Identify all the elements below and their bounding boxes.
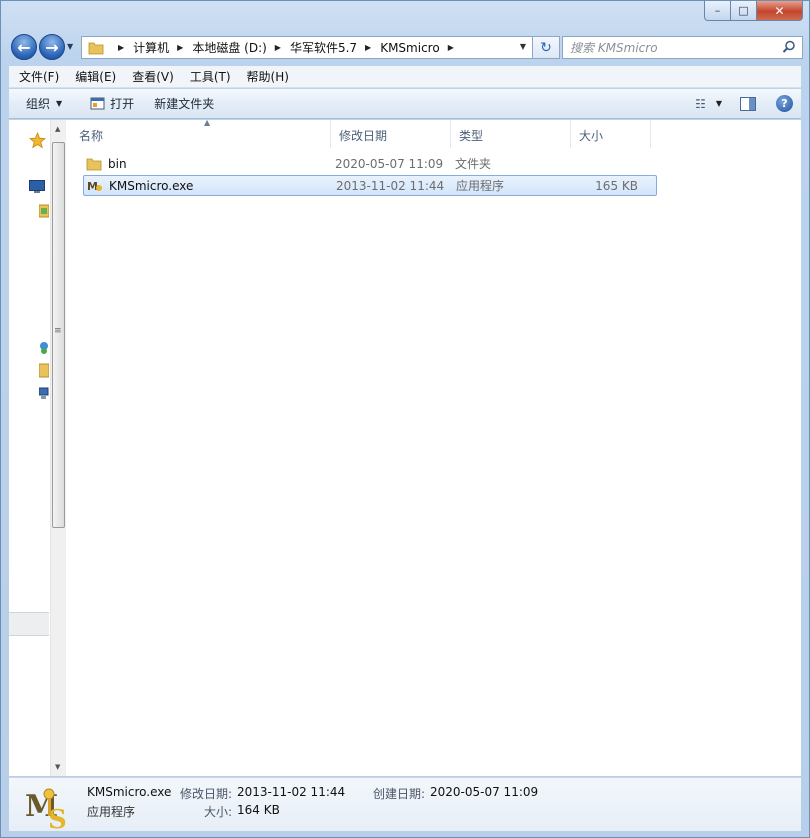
- details-modified-value: 2013-11-02 11:44: [237, 785, 346, 799]
- scroll-down-arrow-icon[interactable]: ▼: [55, 763, 60, 771]
- scroll-up-arrow-icon[interactable]: ▲: [55, 125, 60, 133]
- favorites-star-icon[interactable]: [29, 132, 46, 149]
- search-icon[interactable]: [782, 40, 796, 54]
- details-file-name: KMSmicro.exe: [87, 785, 172, 799]
- library-icon[interactable]: [39, 204, 49, 218]
- details-file-type: 应用程序: [87, 805, 136, 819]
- column-headers: 名称 ▲ 修改日期 类型 大小: [71, 118, 671, 148]
- column-header-size[interactable]: 大小: [571, 120, 651, 148]
- file-type: 应用程序: [456, 179, 505, 193]
- address-dropdown-button[interactable]: ▼: [520, 42, 526, 51]
- breadcrumb-label: 华军软件5.7: [289, 41, 358, 55]
- organize-label: 组织: [26, 97, 51, 111]
- file-row[interactable]: bin 2020-05-07 11:09 文件夹: [83, 153, 657, 174]
- help-icon: ?: [781, 97, 788, 110]
- maximize-button[interactable]: □: [731, 1, 757, 21]
- file-date: 2013-11-02 11:44: [336, 178, 445, 193]
- svg-text:M: M: [87, 180, 98, 193]
- menu-file[interactable]: 文件(F): [9, 68, 67, 85]
- details-size-label: 大小:: [204, 805, 233, 819]
- breadcrumb-label: 本地磁盘 (D:): [192, 41, 267, 55]
- recent-pages-dropdown[interactable]: ▼: [67, 42, 73, 51]
- breadcrumb-drive-d[interactable]: 本地磁盘 (D:) ▶: [192, 39, 290, 56]
- kmsmicro-large-icon: M S: [25, 788, 67, 830]
- navigation-pane-separator: [9, 612, 49, 636]
- column-header-label: 修改日期: [339, 129, 388, 143]
- arrow-right-icon: →: [45, 37, 59, 57]
- homegroup-icon[interactable]: [39, 341, 49, 355]
- navigation-pane: ▲ ≡ ▼: [9, 120, 66, 776]
- file-date: 2020-05-07 11:09: [335, 156, 444, 171]
- menu-help[interactable]: 帮助(H): [239, 68, 297, 85]
- change-view-button[interactable]: ☷ ▼: [695, 97, 722, 111]
- file-name-cell: bin: [83, 156, 335, 172]
- refresh-icon: ↻: [540, 39, 552, 56]
- sort-ascending-icon: ▲: [204, 118, 211, 127]
- folder-icon: [86, 158, 102, 170]
- caption-buttons: – □ ✕: [704, 1, 803, 21]
- details-created-value: 2020-05-07 11:09: [430, 785, 539, 799]
- desktop-icon[interactable]: [29, 180, 45, 194]
- file-size: 165 KB: [595, 178, 638, 193]
- back-button[interactable]: ←: [11, 34, 37, 60]
- explorer-window: – □ ✕ ← → ▼ ▶ 计算机 ▶ 本地磁盘 (D:) ▶ 华军软件5.7 ▶ K…: [0, 0, 810, 838]
- minimize-button[interactable]: –: [704, 1, 731, 21]
- menu-view[interactable]: 查看(V): [124, 68, 182, 85]
- column-header-label: 大小: [579, 129, 604, 143]
- breadcrumb-label: KMSmicro: [380, 40, 440, 55]
- details-size-value: 164 KB: [237, 803, 280, 817]
- preview-pane-button[interactable]: [740, 96, 756, 111]
- navigation-pane-scrollbar[interactable]: ▲ ≡ ▼: [50, 120, 66, 776]
- file-list: 名称 ▲ 修改日期 类型 大小 bin 2020-05-07 11:09 文件夹: [71, 118, 801, 776]
- help-button[interactable]: ?: [776, 95, 793, 112]
- file-name: KMSmicro.exe: [109, 178, 194, 193]
- column-header-label: 名称: [79, 129, 104, 143]
- content-area: ▲ ≡ ▼ 名称 ▲ 修改日期 类型 大小 bin 2020-05-07 11:…: [9, 118, 801, 776]
- file-name-cell: M KMSmicro.exe: [84, 178, 336, 194]
- details-modified-label: 修改日期:: [180, 787, 233, 801]
- details-created-label: 创建日期:: [373, 787, 426, 801]
- breadcrumb-huajun[interactable]: 华军软件5.7 ▶: [290, 39, 380, 56]
- network-icon[interactable]: [39, 386, 49, 400]
- menu-edit[interactable]: 编辑(E): [67, 68, 124, 85]
- details-view-icon: ☷: [695, 96, 706, 111]
- open-icon: [90, 97, 105, 110]
- column-header-name[interactable]: 名称 ▲: [71, 118, 331, 148]
- view-controls: ☷ ▼ ?: [695, 95, 793, 112]
- chevron-down-icon: ▼: [715, 99, 722, 108]
- breadcrumb-computer[interactable]: 计算机 ▶: [133, 39, 192, 56]
- menu-bar: 文件(F) 编辑(E) 查看(V) 工具(T) 帮助(H): [9, 66, 801, 88]
- close-button[interactable]: ✕: [757, 1, 803, 21]
- organize-button[interactable]: 组织 ▼: [16, 95, 72, 112]
- breadcrumb-label: 计算机: [133, 41, 170, 55]
- column-header-label: 类型: [459, 129, 484, 143]
- kmsmicro-app-icon: M: [87, 180, 102, 193]
- breadcrumb-separator[interactable]: ▶: [110, 43, 133, 52]
- file-row-selected[interactable]: M KMSmicro.exe 2013-11-02 11:44 应用程序 165…: [83, 175, 657, 196]
- details-pane: M S KMSmicro.exe 应用程序 修改日期: 2013-11-02 1…: [9, 777, 801, 831]
- chevron-down-icon: ▼: [56, 99, 63, 108]
- scrollbar-grip-icon: ≡: [54, 326, 62, 336]
- command-bar: 组织 ▼ 打开 新建文件夹 ☷ ▼ ?: [9, 89, 801, 119]
- refresh-button[interactable]: ↻: [533, 36, 560, 59]
- column-header-type[interactable]: 类型: [451, 120, 571, 148]
- arrow-left-icon: ←: [17, 37, 31, 57]
- column-header-date[interactable]: 修改日期: [331, 120, 451, 148]
- search-box[interactable]: [562, 36, 803, 59]
- menu-tools[interactable]: 工具(T): [182, 68, 239, 85]
- forward-button[interactable]: →: [39, 34, 65, 60]
- address-bar[interactable]: ▶ 计算机 ▶ 本地磁盘 (D:) ▶ 华军软件5.7 ▶ KMSmicro ▶ ▼: [81, 36, 533, 59]
- computer-drive-icon[interactable]: [39, 363, 49, 378]
- new-folder-button[interactable]: 新建文件夹: [144, 95, 224, 112]
- open-button[interactable]: 打开: [80, 95, 144, 112]
- navigation-bar: ← → ▼ ▶ 计算机 ▶ 本地磁盘 (D:) ▶ 华军软件5.7 ▶ KMSmicr…: [9, 32, 803, 62]
- folder-icon: [88, 42, 104, 54]
- file-type: 文件夹: [455, 157, 492, 171]
- open-label: 打开: [110, 97, 135, 111]
- breadcrumb-kmsmicro[interactable]: KMSmicro ▶: [380, 41, 463, 55]
- file-name: bin: [108, 156, 127, 171]
- new-folder-label: 新建文件夹: [154, 97, 215, 111]
- search-input[interactable]: [570, 40, 770, 55]
